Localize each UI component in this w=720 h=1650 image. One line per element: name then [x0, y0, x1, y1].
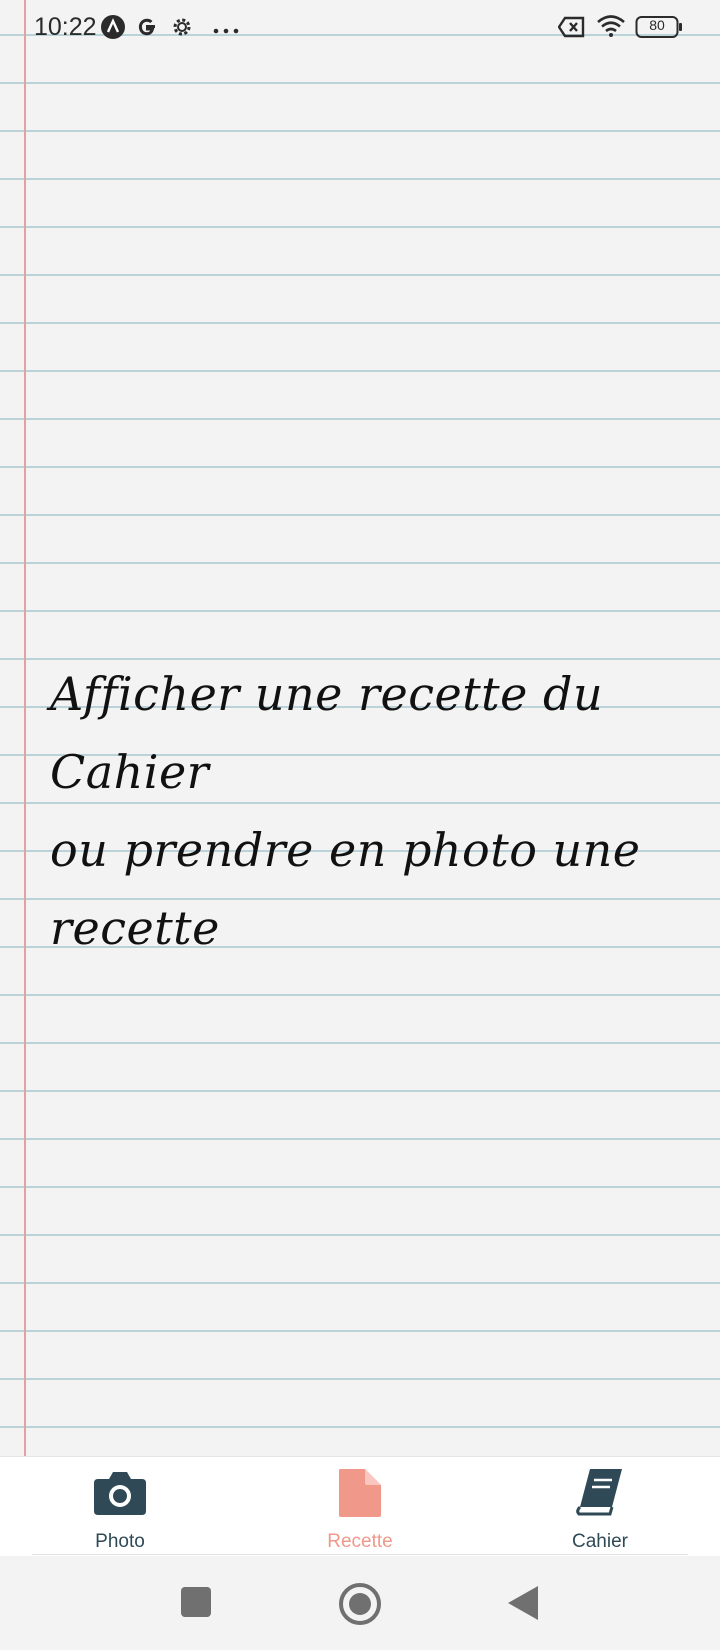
nav-item-recette[interactable]: Recette	[280, 1457, 440, 1557]
message-line-2: ou prendre en photo une recette	[50, 823, 641, 955]
more-dots-icon	[212, 22, 240, 40]
nav-item-cahier[interactable]: Cahier	[520, 1457, 680, 1557]
google-icon	[134, 14, 160, 45]
nav-divider	[32, 1554, 688, 1555]
wifi-icon	[596, 14, 626, 43]
status-bar: 10:22 80	[0, 0, 720, 54]
recents-square-button[interactable]	[180, 1586, 212, 1623]
system-navigation-bar	[0, 1556, 720, 1650]
settings-gear-icon	[170, 15, 194, 44]
home-circle-button[interactable]	[338, 1582, 382, 1631]
empty-state-message: Afficher une recette du Cahier ou prendr…	[50, 655, 710, 967]
battery-level: 80	[649, 17, 665, 33]
status-time: 10:22	[34, 13, 97, 41]
book-icon	[574, 1467, 626, 1522]
message-line-1: Afficher une recette du Cahier	[50, 667, 604, 799]
no-sim-icon	[557, 16, 586, 43]
camera-icon	[92, 1467, 148, 1522]
document-icon	[337, 1467, 383, 1524]
bottom-navigation-bar: Photo Recette Cahier	[0, 1456, 720, 1557]
nav-label-recette: Recette	[327, 1531, 393, 1552]
battery-icon: 80	[635, 15, 683, 44]
paper-margin-line	[24, 0, 26, 1456]
app-a-icon	[100, 14, 126, 45]
nav-label-photo: Photo	[95, 1531, 145, 1552]
nav-label-cahier: Cahier	[572, 1531, 628, 1552]
back-triangle-button[interactable]	[506, 1584, 540, 1627]
nav-item-photo[interactable]: Photo	[40, 1457, 200, 1557]
